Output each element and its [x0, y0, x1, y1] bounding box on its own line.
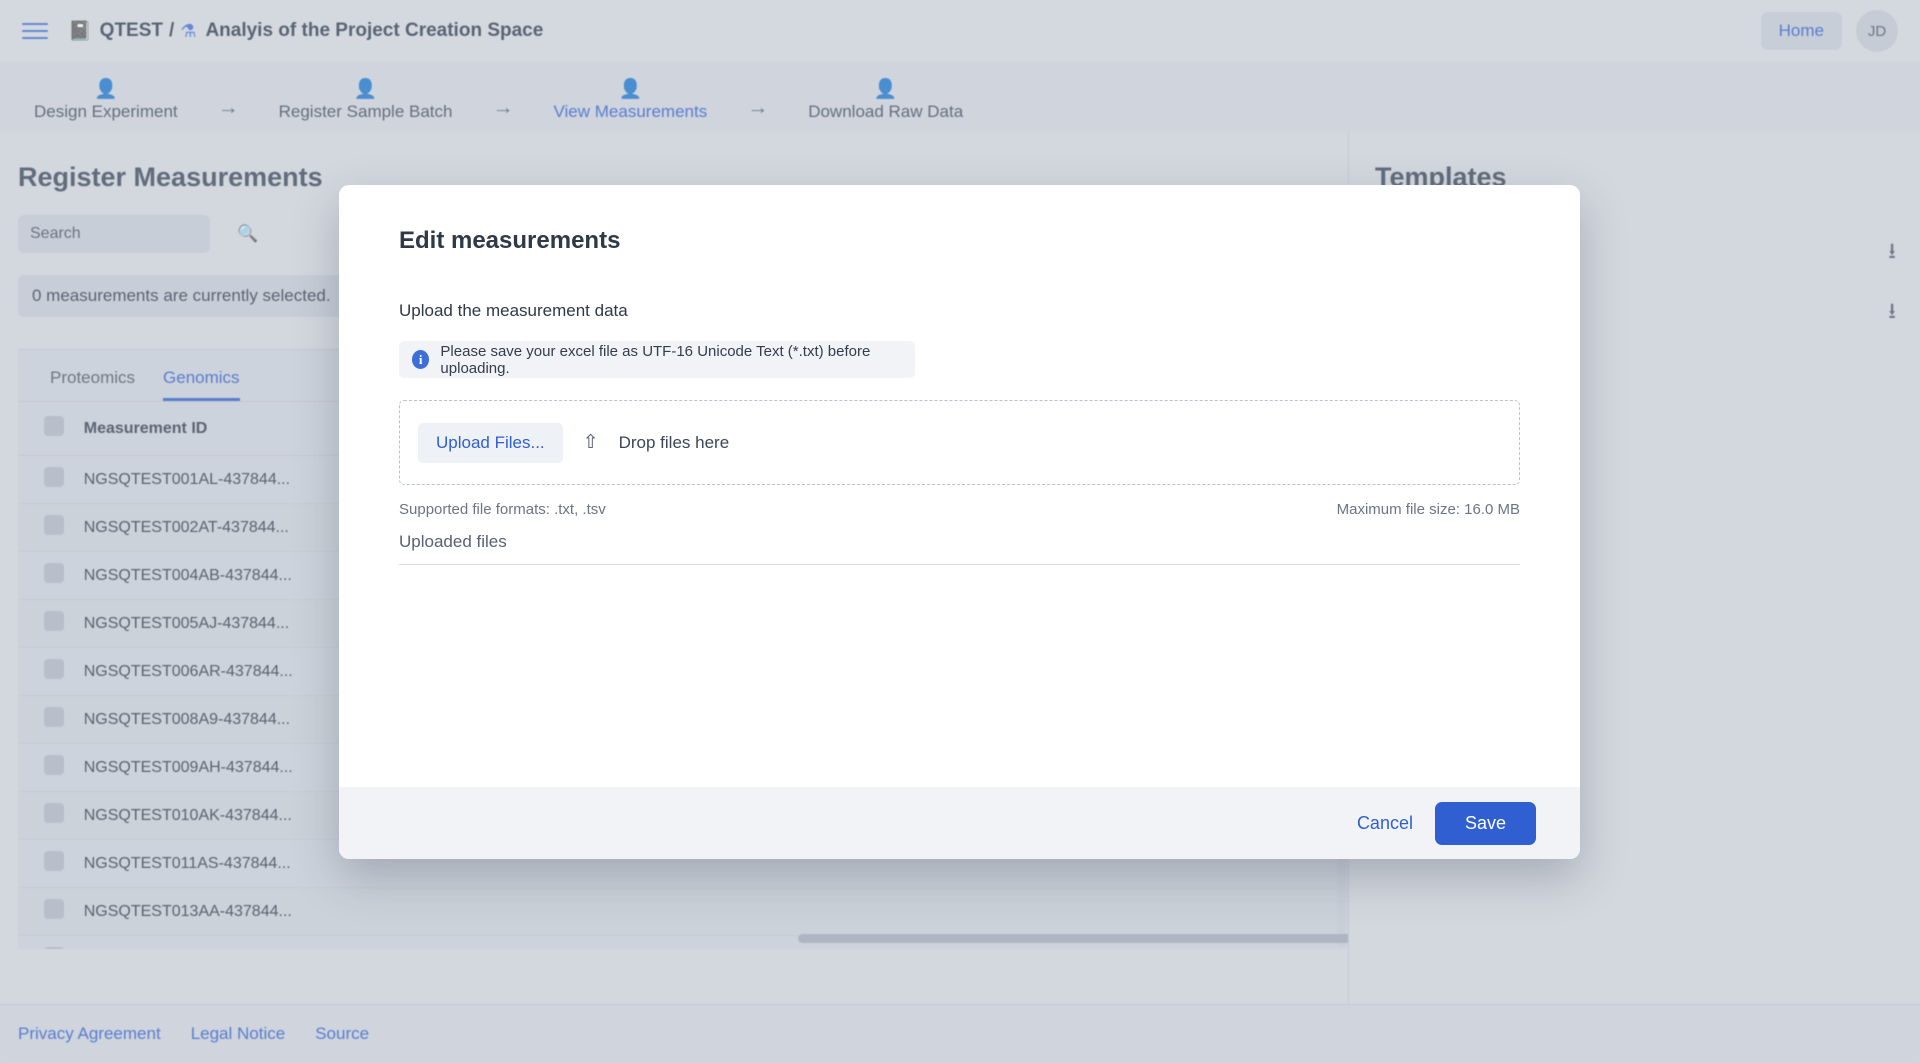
upload-arrow-icon: ⇧ — [583, 431, 599, 454]
uploaded-files-header: Uploaded files — [399, 532, 1520, 565]
upload-meta-row: Supported file formats: .txt, .tsv Maxim… — [399, 501, 1520, 518]
upload-files-button[interactable]: Upload Files... — [418, 423, 563, 463]
file-dropzone[interactable]: Upload Files... ⇧ Drop files here — [399, 400, 1520, 485]
dialog-body: Edit measurements Upload the measurement… — [339, 185, 1580, 787]
info-banner-text: Please save your excel file as UTF-16 Un… — [440, 343, 902, 377]
cancel-button[interactable]: Cancel — [1357, 813, 1413, 834]
info-icon: i — [412, 350, 429, 369]
drop-files-label: Drop files here — [619, 433, 730, 453]
supported-formats-label: Supported file formats: .txt, .tsv — [399, 501, 606, 518]
edit-measurements-dialog: Edit measurements Upload the measurement… — [339, 185, 1580, 859]
max-file-size-label: Maximum file size: 16.0 MB — [1337, 501, 1520, 518]
info-banner: i Please save your excel file as UTF-16 … — [399, 341, 915, 378]
dialog-footer: Cancel Save — [339, 787, 1580, 859]
app-root: 📓 QTEST / ⚗ Analyis of the Project Creat… — [0, 0, 1920, 1063]
save-button[interactable]: Save — [1435, 802, 1536, 845]
dialog-title: Edit measurements — [399, 227, 1520, 255]
dialog-subtitle: Upload the measurement data — [399, 301, 1520, 321]
